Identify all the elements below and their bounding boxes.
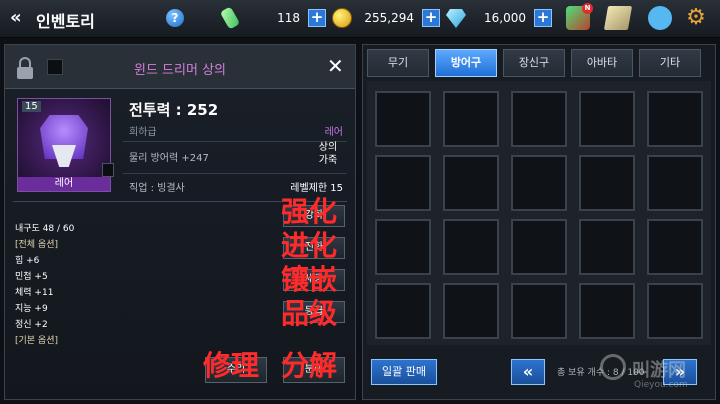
- divider: [123, 173, 347, 174]
- class-requirement: 직업 : 빙결사: [129, 183, 185, 194]
- add-gold-button[interactable]: +: [422, 9, 440, 27]
- attribute-item: 정신 +2: [15, 320, 48, 330]
- inventory-slot[interactable]: [443, 283, 499, 339]
- gem-value: 16,000: [484, 11, 526, 25]
- inventory-slot[interactable]: [647, 91, 703, 147]
- base-stat: 물리 방어력 +247: [129, 153, 209, 164]
- sell-all-button[interactable]: 일괄 판매: [371, 359, 437, 385]
- watermark-url: Qieyou.com: [634, 380, 688, 390]
- tab-etc[interactable]: 기타: [639, 49, 701, 77]
- item-detail-header: 윈드 드리머 상의 ✕: [5, 45, 355, 89]
- gold-resource: 255,294 +: [332, 8, 440, 30]
- stamina-resource: 118 +: [219, 6, 326, 30]
- tab-accessory[interactable]: 장신구: [503, 49, 565, 77]
- tab-avatar[interactable]: 아바타: [571, 49, 633, 77]
- close-icon[interactable]: ✕: [327, 55, 344, 77]
- inventory-slot[interactable]: [443, 155, 499, 211]
- attribute-item: 민첩 +5: [15, 272, 48, 282]
- item-rarity: 레어: [324, 127, 343, 138]
- item-level-badge: 15: [22, 101, 41, 112]
- armor-icon: [40, 115, 88, 167]
- level-requirement: 레벨제한 15: [290, 183, 343, 194]
- item-icon-frame: 15 레어: [17, 98, 114, 192]
- item-grade: 희하급: [129, 127, 157, 138]
- inventory-slot[interactable]: [579, 283, 635, 339]
- top-bar: « 인벤토리 ? 118 + 255,294 + 16,000 + N ⚙: [0, 0, 720, 38]
- tab-weapon[interactable]: 무기: [367, 49, 429, 77]
- question-icon[interactable]: ?: [166, 9, 184, 27]
- inventory-slot[interactable]: [511, 219, 567, 275]
- watermark-logo-icon: [600, 354, 626, 380]
- attribute-list: 내구도 48 / 60 [전체 옵션] 힘 +6 민첩 +5 체력 +11 지능…: [15, 221, 135, 349]
- options-header: [전체 옵션]: [15, 240, 59, 250]
- add-gem-button[interactable]: +: [534, 9, 552, 27]
- add-stamina-button[interactable]: +: [308, 9, 326, 27]
- watermark: 叫游网 Qieyou.com: [600, 350, 716, 396]
- gem-resource: 16,000 +: [446, 8, 552, 30]
- stamina-value: 118: [277, 11, 300, 25]
- inventory-slot[interactable]: [375, 219, 431, 275]
- inventory-slot[interactable]: [375, 155, 431, 211]
- inventory-slot[interactable]: [511, 155, 567, 211]
- chat-icon[interactable]: [648, 6, 672, 30]
- page-title: 인벤토리: [36, 12, 95, 31]
- annotation-repair: 修理: [203, 349, 260, 382]
- inventory-slot[interactable]: [647, 155, 703, 211]
- inventory-slot[interactable]: [375, 91, 431, 147]
- item-name: 윈드 드리머 상의: [134, 63, 226, 78]
- gem-socket: [102, 163, 114, 177]
- gem-icon: [446, 9, 466, 28]
- inventory-slot[interactable]: [647, 283, 703, 339]
- annotation-grade: 品级: [281, 297, 338, 330]
- attribute-item: 체력 +11: [15, 288, 54, 298]
- item-detail-panel: 윈드 드리머 상의 ✕ 15 레어 전투력 : 252 희하급 레어 물리 방어…: [4, 44, 356, 400]
- options-header: [기본 옵션]: [15, 336, 59, 346]
- double-chevron-left-icon[interactable]: «: [10, 8, 34, 28]
- gold-value: 255,294: [364, 11, 414, 25]
- inventory-slot[interactable]: [579, 91, 635, 147]
- item-type: 상의 가죽: [318, 142, 338, 166]
- inventory-slot[interactable]: [579, 155, 635, 211]
- durability: 내구도 48 / 60: [15, 224, 75, 234]
- annotation-enhance: 强化: [281, 195, 338, 228]
- notification-badge: N: [582, 3, 593, 14]
- tab-armor[interactable]: 방어구: [435, 49, 497, 77]
- prev-page-button[interactable]: «: [511, 359, 545, 385]
- inventory-panel: 무기 방어구 장신구 아바타 기타 일괄 판매 « 총 보유 개수 : 8 / …: [362, 44, 716, 400]
- attribute-item: 지능 +9: [15, 304, 48, 314]
- annotation-socket: 镶嵌: [281, 263, 338, 296]
- gear-icon[interactable]: ⚙: [684, 6, 708, 30]
- scroll-icon[interactable]: [603, 6, 633, 30]
- item-rarity-strip: 레어: [18, 177, 110, 191]
- inventory-slot[interactable]: [443, 91, 499, 147]
- inventory-slot[interactable]: [511, 283, 567, 339]
- stamina-icon: [219, 6, 241, 30]
- inventory-slot[interactable]: [443, 219, 499, 275]
- inventory-slot[interactable]: [375, 283, 431, 339]
- inventory-slot[interactable]: [647, 219, 703, 275]
- inventory-slot[interactable]: [511, 91, 567, 147]
- watermark-brand: 叫游网: [632, 360, 686, 381]
- inventory-slot[interactable]: [579, 219, 635, 275]
- attribute-item: 힘 +6: [15, 256, 40, 266]
- annotation-dismantle: 分解: [281, 349, 338, 382]
- annotation-evolve: 进化: [281, 229, 338, 262]
- gold-coin-icon: [332, 8, 352, 28]
- combat-power: 전투력 : 252: [129, 101, 219, 119]
- inventory-grid: [367, 81, 711, 345]
